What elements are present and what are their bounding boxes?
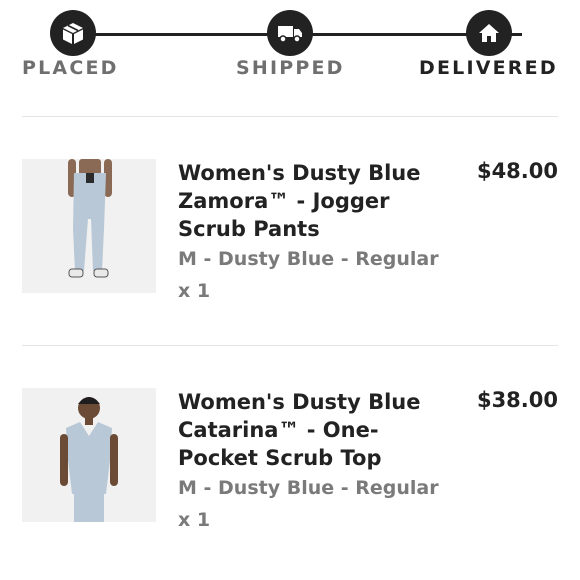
divider bbox=[22, 116, 558, 117]
product-quantity: x 1 bbox=[178, 280, 211, 302]
home-icon bbox=[466, 10, 512, 56]
step-label-shipped: SHIPPED bbox=[236, 57, 345, 79]
product-price: $38.00 bbox=[476, 388, 558, 412]
step-label-placed: PLACED bbox=[22, 57, 119, 79]
product-quantity: x 1 bbox=[178, 509, 211, 531]
box-icon bbox=[50, 10, 96, 56]
step-label-delivered: DELIVERED bbox=[419, 57, 558, 79]
product-image[interactable] bbox=[22, 159, 156, 293]
product-title[interactable]: Women's Dusty Blue Catarina™ - One-Pocke… bbox=[178, 388, 448, 472]
product-title[interactable]: Women's Dusty Blue Zamora™ - Jogger Scru… bbox=[178, 159, 448, 243]
order-item: Women's Dusty Blue Catarina™ - One-Pocke… bbox=[0, 388, 580, 558]
truck-icon bbox=[267, 10, 313, 56]
order-status-tracker: PLACED SHIPPED DELIVERED bbox=[0, 0, 580, 90]
product-price: $48.00 bbox=[476, 159, 558, 183]
product-variant: M - Dusty Blue - Regular bbox=[178, 477, 439, 499]
product-image[interactable] bbox=[22, 388, 156, 522]
product-variant: M - Dusty Blue - Regular bbox=[178, 248, 439, 270]
divider bbox=[22, 345, 558, 346]
order-item: Women's Dusty Blue Zamora™ - Jogger Scru… bbox=[0, 159, 580, 329]
